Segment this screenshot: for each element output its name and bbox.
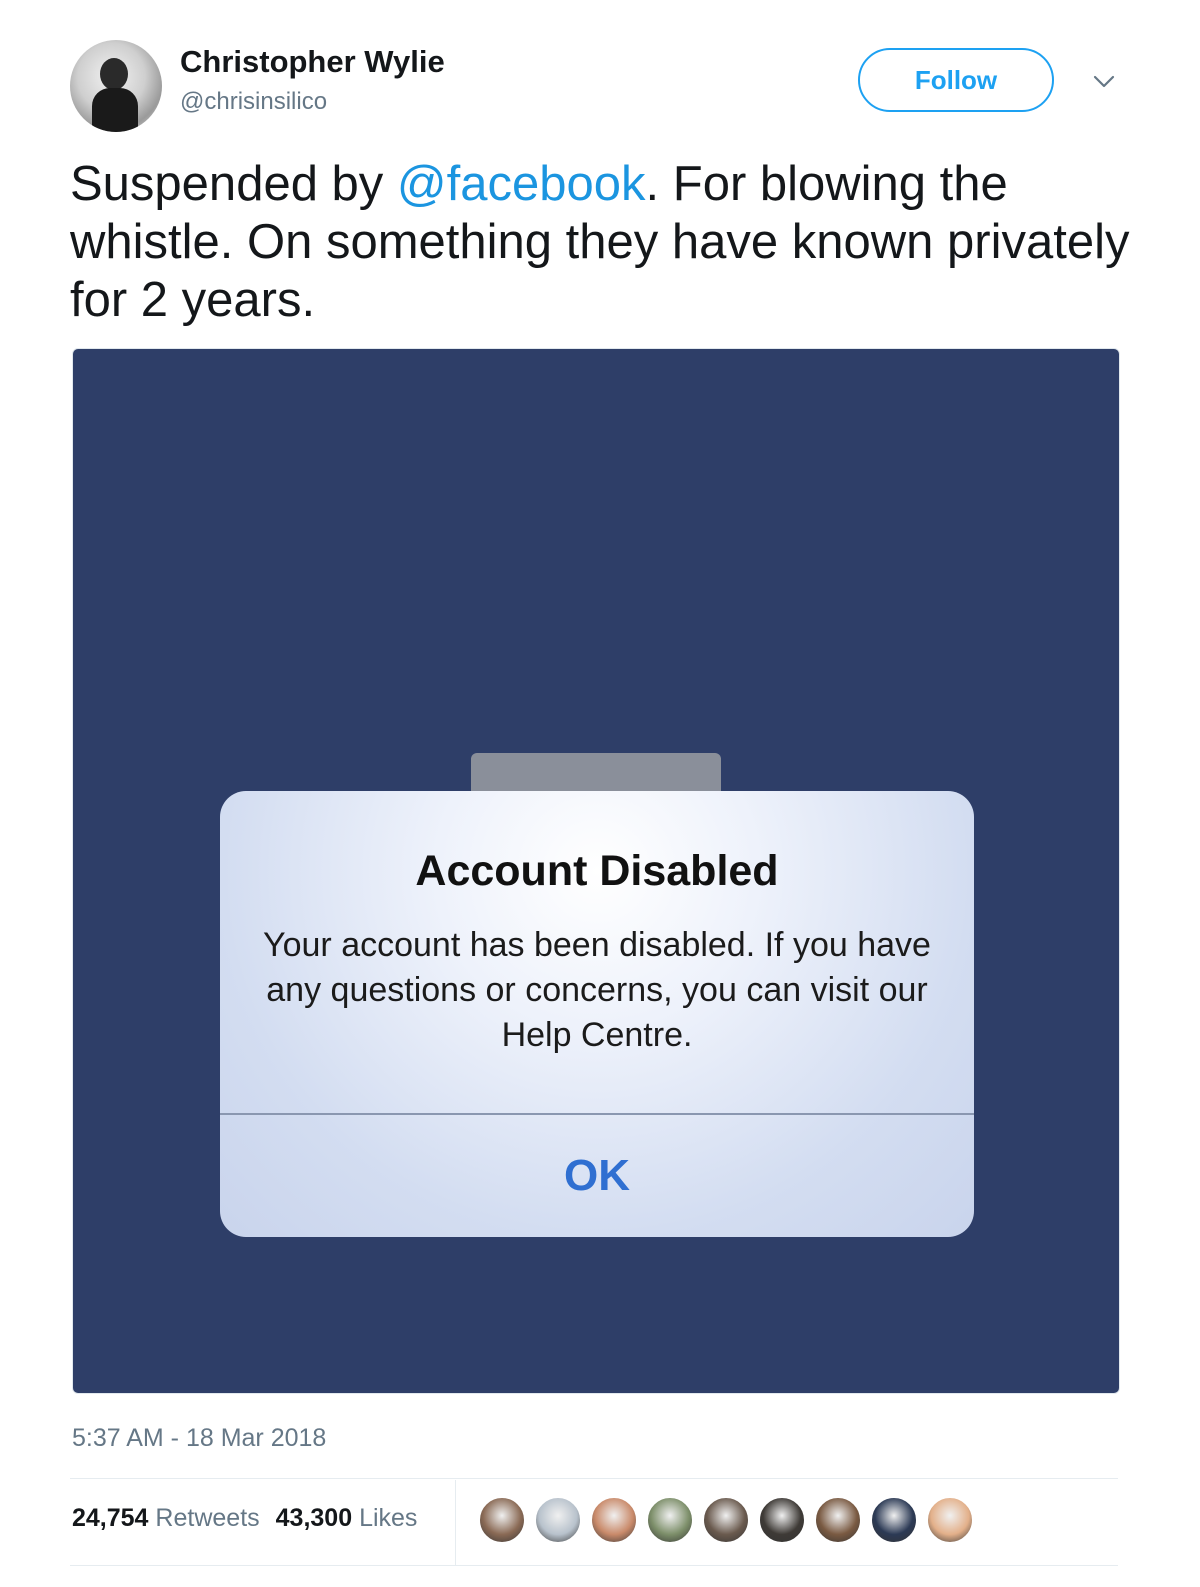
author-name[interactable]: Christopher Wylie <box>180 44 445 80</box>
divider <box>70 1478 1118 1479</box>
tweet-text-before: Suspended by <box>70 157 397 211</box>
tweet-media-image[interactable]: Account Disabled Your account has been d… <box>72 348 1120 1394</box>
avatar-body <box>92 88 138 132</box>
liker-avatars <box>478 1496 974 1546</box>
mention-link[interactable]: @facebook <box>397 157 646 211</box>
follow-button[interactable]: Follow <box>858 48 1054 112</box>
liker-avatar[interactable] <box>702 1496 750 1544</box>
retweets-label: Retweets <box>155 1504 260 1532</box>
liker-avatar[interactable] <box>646 1496 694 1544</box>
author-avatar[interactable] <box>70 40 162 132</box>
author-handle[interactable]: @chrisinsilico <box>180 88 327 116</box>
dialog-title: Account Disabled <box>415 847 779 895</box>
tweet-header: Christopher Wylie @chrisinsilico Follow <box>70 38 1130 132</box>
tweet-text: Suspended by @facebook. For blowing the … <box>70 155 1130 329</box>
liker-avatar[interactable] <box>814 1496 862 1544</box>
liker-avatar[interactable] <box>870 1496 918 1544</box>
dialog-ok-button: OK <box>564 1151 630 1200</box>
divider <box>70 1565 1118 1566</box>
retweets-count: 24,754 <box>72 1504 149 1532</box>
likes-count: 43,300 <box>275 1504 353 1532</box>
tweet-stats: 24,754 Retweets 43,300 Likes <box>72 1504 417 1533</box>
tweet-timestamp[interactable]: 5:37 AM - 18 Mar 2018 <box>72 1424 326 1453</box>
chevron-down-icon[interactable] <box>1090 68 1118 96</box>
liker-avatar[interactable] <box>478 1496 526 1544</box>
retweets-stat[interactable]: 24,754 Retweets <box>72 1504 260 1532</box>
likes-label: Likes <box>359 1504 418 1532</box>
likes-stat[interactable]: 43,300 Likes <box>276 1504 418 1532</box>
dialog-message: Your account has been disabled. If you h… <box>263 926 931 1054</box>
avatar-head <box>100 58 128 90</box>
liker-avatar[interactable] <box>758 1496 806 1544</box>
liker-avatar[interactable] <box>534 1496 582 1544</box>
stats-separator <box>455 1480 456 1565</box>
liker-avatar[interactable] <box>590 1496 638 1544</box>
account-disabled-dialog: Account Disabled Your account has been d… <box>220 791 974 1237</box>
liker-avatar[interactable] <box>926 1496 974 1544</box>
